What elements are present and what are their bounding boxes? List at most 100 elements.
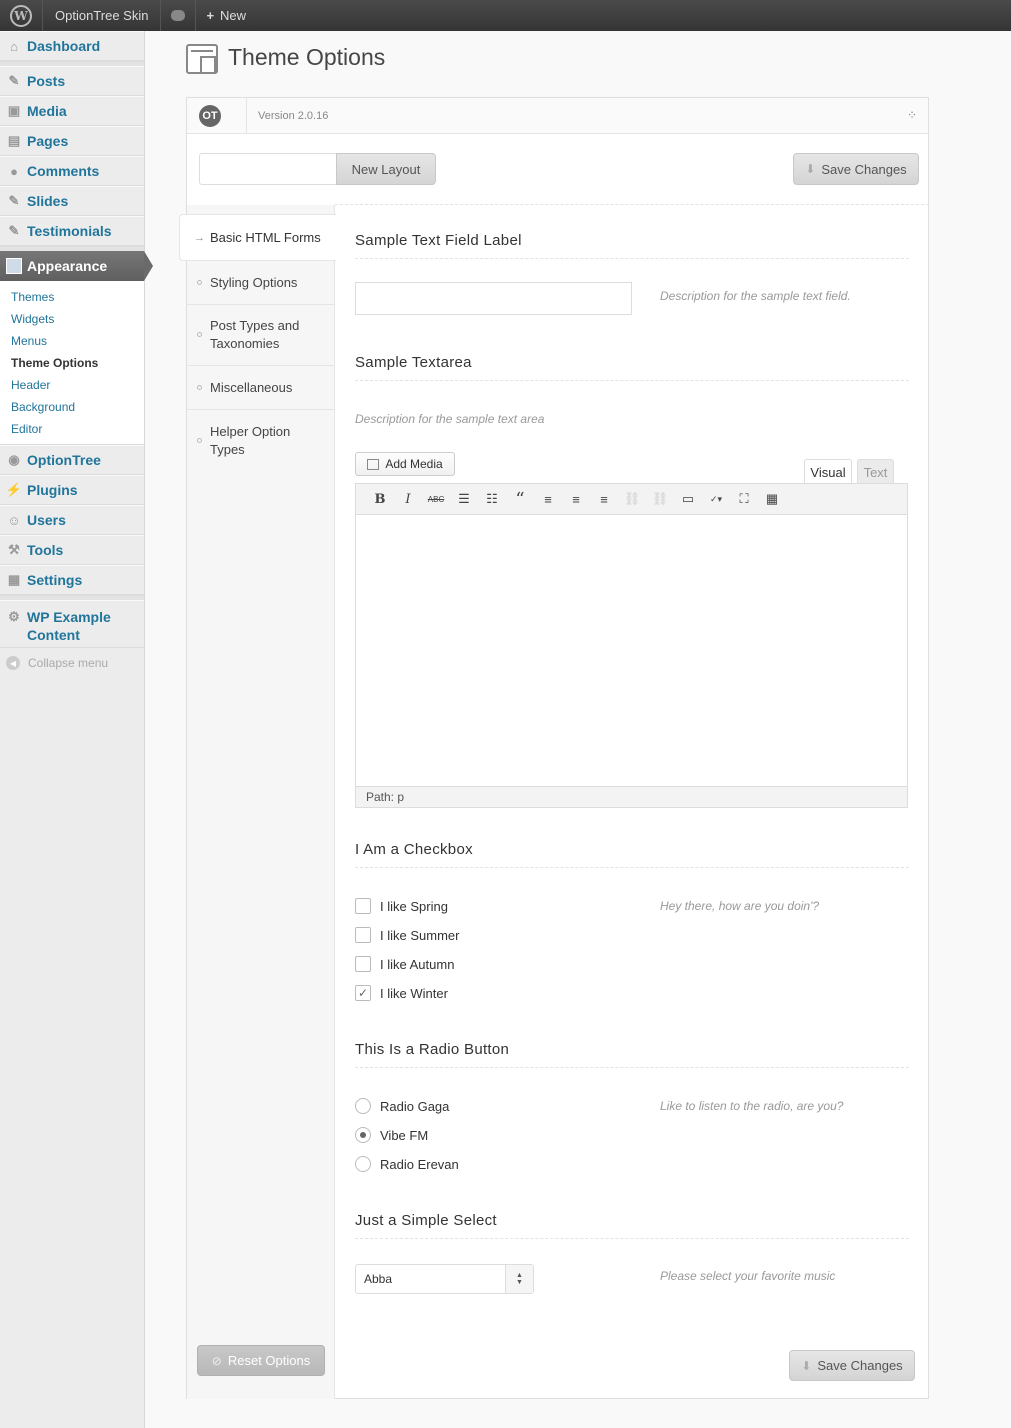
menu-posts[interactable]: ✎ Posts xyxy=(0,66,144,96)
unlink-icon[interactable]: ⛓ xyxy=(646,489,674,509)
more-tag-icon[interactable]: ▭ xyxy=(674,489,702,509)
numbered-list-icon[interactable]: ☷ xyxy=(478,489,506,509)
checkbox-option[interactable]: I like Autumn xyxy=(355,956,454,972)
submenu-themes[interactable]: Themes xyxy=(0,286,144,308)
new-layout-button[interactable]: New Layout xyxy=(336,153,436,185)
bullet-icon xyxy=(197,332,202,337)
save-changes-button-top[interactable]: ⬇ Save Changes xyxy=(793,153,919,185)
menu-appearance[interactable]: Appearance xyxy=(0,251,153,281)
drag-handle-icon[interactable]: ⁘ xyxy=(907,108,917,122)
tab-post-types-taxonomies[interactable]: Post Types and Taxonomies xyxy=(187,305,335,366)
spellcheck-icon[interactable]: ✓▾ xyxy=(702,489,730,509)
checkbox[interactable] xyxy=(355,927,371,943)
wp-logo-menu[interactable]: W xyxy=(0,0,43,31)
section-title-textarea: Sample Textarea xyxy=(355,354,909,381)
menu-dashboard[interactable]: ⌂ Dashboard xyxy=(0,31,144,61)
tab-basic-html-forms[interactable]: → Basic HTML Forms xyxy=(179,214,336,261)
align-center-icon[interactable]: ≡ xyxy=(562,489,590,509)
italic-icon[interactable]: I xyxy=(394,489,422,509)
collapse-menu-button[interactable]: ◀ Collapse menu xyxy=(0,648,144,678)
menu-settings[interactable]: ▦ Settings xyxy=(0,565,144,595)
kitchen-sink-icon[interactable]: ▦ xyxy=(758,489,786,509)
radio-option[interactable]: Radio Erevan xyxy=(355,1156,459,1172)
menu-tools[interactable]: ⚒ Tools xyxy=(0,535,144,565)
reset-label: Reset Options xyxy=(227,1353,311,1368)
tab-label: Post Types and Taxonomies xyxy=(210,318,300,351)
checkbox-option[interactable]: ✓ I like Winter xyxy=(355,985,448,1001)
editor-tab-visual[interactable]: Visual xyxy=(804,459,852,484)
checkbox-option[interactable]: I like Summer xyxy=(355,927,459,943)
menu-plugins[interactable]: ⚡ Plugins xyxy=(0,475,144,505)
menu-media[interactable]: ▣ Media xyxy=(0,96,144,126)
tab-label: Helper Option Types xyxy=(210,423,291,457)
download-icon: ⬇ xyxy=(801,1358,812,1373)
submenu-menus[interactable]: Menus xyxy=(0,330,144,352)
editor-content-area[interactable] xyxy=(356,515,907,786)
save-changes-label: Save Changes xyxy=(817,1358,903,1373)
save-changes-label: Save Changes xyxy=(821,161,907,177)
reset-icon: ⊘ xyxy=(211,1353,222,1368)
radio-option[interactable]: Vibe FM xyxy=(355,1127,428,1143)
align-left-icon[interactable]: ≡ xyxy=(534,489,562,509)
menu-slides[interactable]: ✎ Slides xyxy=(0,186,144,216)
checkbox-checked[interactable]: ✓ xyxy=(355,985,371,1001)
tab-helper-option-types[interactable]: Helper Option Types xyxy=(187,410,335,471)
blockquote-icon[interactable]: “ xyxy=(506,489,534,510)
tab-miscellaneous[interactable]: Miscellaneous xyxy=(187,366,335,410)
layout-name-input[interactable] xyxy=(199,153,337,185)
bullet-icon xyxy=(197,437,202,443)
site-name-link[interactable]: OptionTree Skin xyxy=(43,0,162,31)
admin-sidebar: ⌂ Dashboard ✎ Posts ▣ Media ▤ Pages ● Comment… xyxy=(0,31,153,1428)
submenu-theme-options[interactable]: Theme Options xyxy=(0,352,144,374)
version-label: Version 2.0.16 xyxy=(246,97,328,134)
checkbox[interactable] xyxy=(355,898,371,914)
add-media-label: Add Media xyxy=(385,457,443,471)
submenu-header[interactable]: Header xyxy=(0,374,144,396)
checkbox-label: I like Spring xyxy=(380,898,448,914)
optiontree-logo-icon: OT xyxy=(199,104,221,127)
radio-label: Vibe FM xyxy=(380,1127,429,1143)
music-select[interactable]: Abba ▲ ▼ xyxy=(355,1264,534,1294)
save-changes-button-bottom[interactable]: ⬇ Save Changes xyxy=(789,1350,915,1381)
menu-label: Dashboard xyxy=(27,38,101,54)
checkbox-label: I like Summer xyxy=(380,927,460,943)
settings-icon: ▦ xyxy=(7,572,21,587)
menu-comments[interactable]: ● Comments xyxy=(0,156,144,186)
menu-label: Pages xyxy=(27,133,69,149)
collapse-label: Collapse menu xyxy=(28,656,109,670)
checkbox-option[interactable]: I like Spring xyxy=(355,898,448,914)
add-media-button[interactable]: Add Media xyxy=(355,452,455,476)
submenu-editor[interactable]: Editor xyxy=(0,418,144,440)
menu-users[interactable]: ☺ Users xyxy=(0,505,144,535)
pages-icon: ▤ xyxy=(7,133,21,148)
align-right-icon[interactable]: ≡ xyxy=(590,489,618,509)
menu-pages[interactable]: ▤ Pages xyxy=(0,126,144,156)
radio-dot-icon xyxy=(360,1132,366,1138)
sample-text-field[interactable] xyxy=(355,282,632,315)
section-title-radio: This Is a Radio Button xyxy=(355,1041,909,1068)
bold-icon[interactable]: B xyxy=(366,489,394,509)
reset-options-button[interactable]: ⊘ Reset Options xyxy=(197,1345,325,1376)
menu-wp-example-content[interactable]: ⚙ WP Example Content xyxy=(0,600,144,648)
checkbox[interactable] xyxy=(355,956,371,972)
submenu-background[interactable]: Background xyxy=(0,396,144,418)
radio-button[interactable] xyxy=(355,1156,371,1172)
textarea-description: Description for the sample text area xyxy=(355,412,545,426)
editor-tab-text[interactable]: Text xyxy=(857,459,894,484)
radio-option[interactable]: Radio Gaga xyxy=(355,1098,449,1114)
menu-testimonials[interactable]: ✎ Testimonials xyxy=(0,216,144,246)
new-content-link[interactable]: + New xyxy=(196,0,256,31)
editor-path: Path: p xyxy=(356,786,907,807)
checkbox-description: Hey there, how are you doin'? xyxy=(660,899,820,913)
tab-styling-options[interactable]: Styling Options xyxy=(187,261,335,305)
link-icon[interactable]: ⛓ xyxy=(618,489,646,509)
dashboard-icon: ⌂ xyxy=(10,38,18,54)
strikethrough-icon[interactable]: ABC xyxy=(422,489,450,509)
radio-button[interactable] xyxy=(355,1098,371,1114)
comments-link[interactable] xyxy=(161,0,197,31)
fullscreen-icon[interactable]: ⛶ xyxy=(730,489,758,509)
radio-button-selected[interactable] xyxy=(355,1127,371,1143)
menu-optiontree[interactable]: ◉ OptionTree xyxy=(0,445,144,475)
submenu-widgets[interactable]: Widgets xyxy=(0,308,144,330)
bullet-list-icon[interactable]: ☰ xyxy=(450,489,478,509)
